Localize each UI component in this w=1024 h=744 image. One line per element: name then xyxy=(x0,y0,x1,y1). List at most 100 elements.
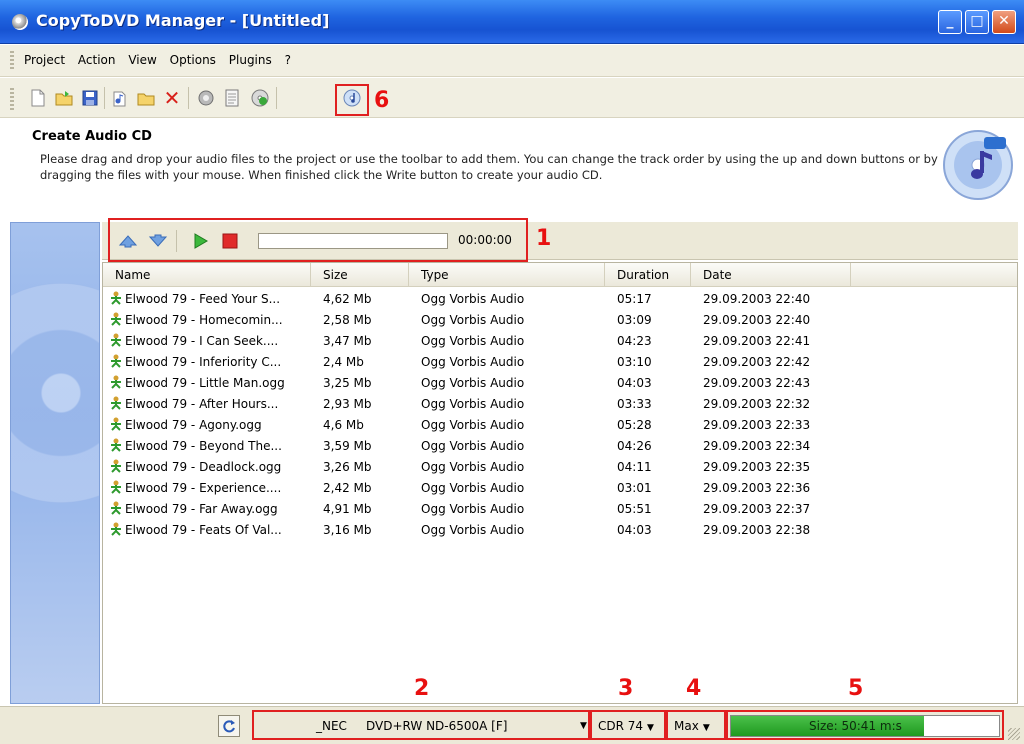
menu-action[interactable]: Action xyxy=(78,53,116,67)
audio-file-icon xyxy=(111,459,121,473)
cell-name: Elwood 79 - Inferiority C... xyxy=(109,352,281,373)
maximize-button[interactable]: □ xyxy=(965,10,989,34)
cell-text: 3,59 Mb xyxy=(323,439,372,453)
cell-size: 2,58 Mb xyxy=(323,310,372,331)
column-date[interactable]: Date xyxy=(691,263,851,287)
cell-text: 3,25 Mb xyxy=(323,376,372,390)
cell-text: 03:09 xyxy=(617,313,652,327)
close-button[interactable]: ✕ xyxy=(992,10,1016,34)
cell-text: 05:17 xyxy=(617,292,652,306)
audio-file-icon xyxy=(111,396,121,410)
new-project-icon[interactable] xyxy=(28,88,48,108)
cell-name: Elwood 79 - Little Man.ogg xyxy=(109,373,285,394)
table-row[interactable]: Elwood 79 - After Hours... 2,93 Mb Ogg Vor… xyxy=(103,394,1017,415)
side-banner xyxy=(10,222,100,704)
add-files-icon[interactable] xyxy=(110,88,130,108)
cell-text: Elwood 79 - After Hours... xyxy=(125,397,279,411)
page-title: Create Audio CD xyxy=(32,129,152,144)
table-row[interactable]: Elwood 79 - Little Man.ogg 3,25 Mb Ogg Vor… xyxy=(103,373,1017,394)
cell-text: 29.09.2003 22:34 xyxy=(703,439,811,453)
window-title: CopyToDVD Manager - [Untitled] xyxy=(36,11,330,30)
cell-date: 29.09.2003 22:41 xyxy=(703,331,810,352)
disc-info-icon[interactable] xyxy=(250,88,270,108)
properties-icon[interactable] xyxy=(222,88,242,108)
cell-duration: 04:23 xyxy=(617,331,652,352)
menu-grip[interactable] xyxy=(10,51,14,71)
resize-grip[interactable] xyxy=(1008,728,1020,740)
menu-view[interactable]: View xyxy=(128,53,156,67)
delete-icon[interactable]: ✕ xyxy=(162,86,182,110)
table-row[interactable]: Elwood 79 - Far Away.ogg 4,91 Mb Ogg Vorbi… xyxy=(103,499,1017,520)
table-row[interactable]: Elwood 79 - Beyond The... 3,59 Mb Ogg Vorb… xyxy=(103,436,1017,457)
annotation-number-4: 4 xyxy=(686,676,702,701)
cell-type: Ogg Vorbis Audio xyxy=(421,436,524,457)
cell-text: Ogg Vorbis Audio xyxy=(421,376,525,390)
cell-size: 2,93 Mb xyxy=(323,394,372,415)
cell-text: 4,6 Mb xyxy=(323,418,364,432)
table-row[interactable]: Elwood 79 - Agony.ogg 4,6 Mb Ogg Vorbis Au… xyxy=(103,415,1017,436)
table-row[interactable]: Elwood 79 - Feats Of Val... 3,16 Mb Ogg Vo… xyxy=(103,520,1017,541)
column-duration[interactable]: Duration xyxy=(605,263,691,287)
cell-text: 29.09.2003 22:43 xyxy=(703,376,811,390)
header-panel: Create Audio CD Please drag and drop you… xyxy=(0,119,1024,214)
save-icon[interactable] xyxy=(80,88,100,108)
cell-text: 29.09.2003 22:35 xyxy=(703,460,811,474)
track-list[interactable]: Name Size Type Duration Date Elwood 79 -… xyxy=(102,262,1018,704)
table-row[interactable]: Elwood 79 - Inferiority C... 2,4 Mb Ogg Vo… xyxy=(103,352,1017,373)
cell-size: 3,47 Mb xyxy=(323,331,372,352)
table-row[interactable]: Elwood 79 - Deadlock.ogg 3,26 Mb Ogg Vorbi… xyxy=(103,457,1017,478)
table-row[interactable]: Elwood 79 - Homecomin... 2,58 Mb Ogg Vorbi… xyxy=(103,310,1017,331)
annotation-number-1: 1 xyxy=(536,226,552,251)
minimize-button[interactable]: _ xyxy=(938,10,962,34)
toolbar-grip[interactable] xyxy=(10,88,14,110)
menu-plugins[interactable]: Plugins xyxy=(229,53,272,67)
refresh-button[interactable] xyxy=(218,715,240,737)
cell-text: 2,58 Mb xyxy=(323,313,372,327)
cell-name: Elwood 79 - Agony.ogg xyxy=(109,415,262,436)
menu-options[interactable]: Options xyxy=(170,53,216,67)
add-folder-icon[interactable] xyxy=(136,88,156,108)
cell-text: 03:10 xyxy=(617,355,652,369)
cell-duration: 04:26 xyxy=(617,436,652,457)
cell-date: 29.09.2003 22:32 xyxy=(703,394,810,415)
cell-text: 03:33 xyxy=(617,397,652,411)
cell-text: Ogg Vorbis Audio xyxy=(421,397,525,411)
cell-type: Ogg Vorbis Audio xyxy=(421,289,524,310)
annotation-number-2: 2 xyxy=(414,676,430,701)
cell-type: Ogg Vorbis Audio xyxy=(421,394,524,415)
cell-duration: 04:03 xyxy=(617,373,652,394)
annotation-box-6 xyxy=(335,84,369,116)
cell-text: 3,47 Mb xyxy=(323,334,372,348)
cell-size: 3,26 Mb xyxy=(323,457,372,478)
menu-project[interactable]: Project xyxy=(24,53,65,67)
table-row[interactable]: Elwood 79 - Experience.... 2,42 Mb Ogg Vor… xyxy=(103,478,1017,499)
cell-size: 4,62 Mb xyxy=(323,289,372,310)
column-size[interactable]: Size xyxy=(311,263,409,287)
cell-text: Ogg Vorbis Audio xyxy=(421,334,525,348)
cell-name: Elwood 79 - Homecomin... xyxy=(109,310,283,331)
open-icon[interactable] xyxy=(54,88,74,108)
cell-type: Ogg Vorbis Audio xyxy=(421,373,524,394)
column-name[interactable]: Name xyxy=(103,263,311,287)
settings-icon[interactable] xyxy=(196,88,216,108)
cell-text: Elwood 79 - Homecomin... xyxy=(125,313,283,327)
audio-file-icon xyxy=(111,375,121,389)
cell-text: 4,62 Mb xyxy=(323,292,372,306)
table-row[interactable]: Elwood 79 - I Can Seek.... 3,47 Mb Ogg Vor… xyxy=(103,331,1017,352)
cell-text: 29.09.2003 22:40 xyxy=(703,313,811,327)
annotation-number-5: 5 xyxy=(848,676,864,701)
cell-text: Ogg Vorbis Audio xyxy=(421,418,525,432)
audio-cd-icon xyxy=(943,130,1013,200)
toolbar-separator xyxy=(188,87,189,109)
cell-text: 04:03 xyxy=(617,376,652,390)
page-description: Please drag and drop your audio files to… xyxy=(40,152,938,182)
table-row[interactable]: Elwood 79 - Feed Your S... 4,62 Mb Ogg Vor… xyxy=(103,289,1017,310)
menu-help[interactable]: ? xyxy=(285,53,291,67)
audio-file-icon xyxy=(111,333,121,347)
audio-file-icon xyxy=(111,312,121,326)
column-type[interactable]: Type xyxy=(409,263,605,287)
cell-size: 3,59 Mb xyxy=(323,436,372,457)
cell-duration: 04:03 xyxy=(617,520,652,541)
audio-file-icon xyxy=(111,501,121,515)
cell-text: 2,42 Mb xyxy=(323,481,372,495)
